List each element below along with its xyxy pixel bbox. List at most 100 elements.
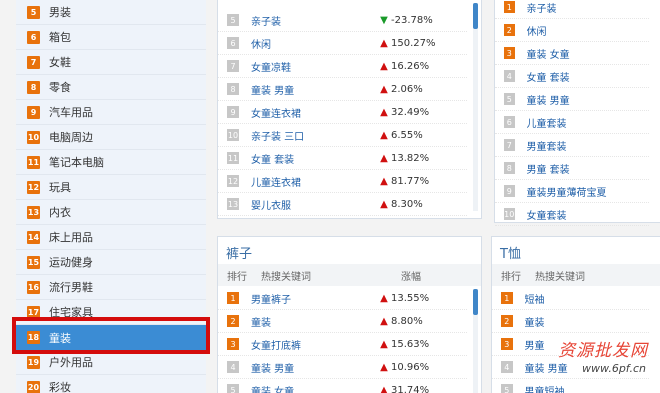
keyword-link[interactable]: 儿童套装 [527, 115, 650, 130]
keyword-link[interactable]: 儿童连衣裙 [251, 174, 379, 189]
rank-badge: 11 [227, 152, 239, 164]
watermark-logo: 资源批发网 [558, 341, 648, 361]
rank-badge: 7 [27, 55, 40, 69]
sidebar-item[interactable]: 9 汽车用品 [16, 100, 206, 125]
keyword-link[interactable]: 休闲 [527, 23, 650, 38]
keyword-link[interactable]: 短袖 [525, 291, 650, 306]
keyword-link[interactable]: 男童裤子 [251, 291, 379, 306]
keyword-link[interactable]: 童装 女童 [251, 383, 379, 393]
keyword-link[interactable]: 休闲 [251, 36, 379, 51]
change-text: 15.63% [391, 338, 430, 350]
sidebar-item[interactable]: 11 笔记本电脑 [16, 150, 206, 175]
col-rank: 排行 [227, 271, 247, 283]
arrow-up-icon: ▲ [380, 175, 388, 187]
rank-badge: 12 [27, 180, 40, 194]
table-row: 5 童装 男童 [495, 88, 649, 111]
rank-badge: 5 [27, 5, 40, 19]
rank-badge: 4 [501, 361, 513, 373]
change-text: 6.55% [391, 129, 423, 141]
arrow-up-icon: ▲ [380, 60, 388, 72]
keyword-link[interactable]: 亲子装 三口 [251, 128, 379, 143]
arrow-up-icon: ▲ [380, 198, 388, 210]
rank-badge: 10 [27, 130, 40, 144]
keyword-link[interactable]: 男童短袖 [525, 383, 650, 393]
keyword-link[interactable]: 女童 套装 [251, 151, 379, 166]
rank-badge: 4 [227, 361, 239, 373]
sidebar-item[interactable]: 7 女鞋 [16, 50, 206, 75]
rank-badge: 20 [27, 380, 40, 393]
keyword-link[interactable]: 童装 [525, 314, 650, 329]
scrollbar-thumb[interactable] [473, 289, 478, 315]
change-text: 81.77% [391, 175, 430, 187]
keyword-link[interactable]: 女童打底裤 [251, 337, 379, 352]
change-value: ▲ 8.80% [379, 316, 423, 327]
change-value: ▲ 81.77% [379, 176, 429, 187]
arrow-up-icon: ▲ [380, 129, 388, 141]
change-text: 8.30% [391, 198, 423, 210]
arrow-up-icon: ▲ [380, 361, 388, 373]
change-value: ▲ 13.82% [379, 153, 429, 164]
sidebar-item[interactable]: 10 电脑周边 [16, 125, 206, 150]
rank-badge: 9 [227, 106, 239, 118]
arrow-up-icon: ▲ [380, 106, 388, 118]
rank-badge: 11 [27, 155, 40, 169]
rank-badge: 7 [504, 139, 515, 151]
sidebar-item-label: 床上用品 [49, 231, 93, 244]
rank-badge: 15 [27, 255, 40, 269]
change-value: ▲ 15.63% [379, 339, 429, 350]
rank-badge: 5 [227, 14, 239, 26]
table-row: 5 男童短袖 [492, 379, 649, 393]
keyword-link[interactable]: 亲子装 [251, 13, 379, 28]
sidebar-item-label: 户外用品 [49, 356, 93, 369]
table-row: 12 儿童连衣裙 ▲ 81.77% [218, 170, 467, 193]
scrollbar-track[interactable] [473, 3, 478, 211]
keyword-link[interactable]: 女童 套装 [527, 69, 650, 84]
sidebar-item[interactable]: 13 内衣 [16, 200, 206, 225]
change-text: 2.06% [391, 83, 423, 95]
change-text: 13.55% [391, 292, 430, 304]
rank-badge: 6 [27, 30, 40, 44]
sidebar-item[interactable]: 20 彩妆 [16, 375, 206, 393]
keyword-link[interactable]: 男童套装 [527, 138, 650, 153]
keyword-link[interactable]: 男童 套装 [527, 161, 650, 176]
keyword-link[interactable]: 童装 男童 [527, 92, 650, 107]
pants-keyword-panel: 裤子 排行 热搜关键词 涨幅 1 男童裤子 ▲ 13.55% 2 童装 ▲ 8.80% 3 女童打… [217, 236, 482, 393]
table-row: 13 婴儿衣服 ▲ 8.30% [218, 193, 467, 216]
keyword-link[interactable]: 童装 男童 [251, 82, 379, 97]
arrow-up-icon: ▲ [380, 83, 388, 95]
table-row: 4 女童 套装 [495, 65, 649, 88]
change-value: ▲ 8.30% [379, 199, 423, 210]
table-row: 7 男童套装 [495, 134, 649, 157]
keyword-link[interactable]: 童装 [251, 314, 379, 329]
top-left-keyword-panel: 5 亲子装 ▼ -23.78% 6 休闲 ▲ 150.27% 7 女童凉鞋 ▲ 16.26% 8 童装 男… [217, 0, 482, 219]
sidebar-item[interactable]: 15 运动健身 [16, 250, 206, 275]
scrollbar-thumb[interactable] [473, 3, 478, 29]
sidebar-item-label: 汽车用品 [49, 106, 93, 119]
sidebar-item[interactable]: 12 玩具 [16, 175, 206, 200]
rank-badge: 16 [27, 280, 40, 294]
keyword-link[interactable]: 女童套装 [527, 207, 650, 222]
keyword-link[interactable]: 亲子装 [527, 0, 650, 15]
keyword-link[interactable]: 童装 女童 [527, 46, 650, 61]
sidebar-item[interactable]: 5 男装 [16, 0, 206, 25]
rank-badge: 6 [227, 37, 239, 49]
keyword-link[interactable]: 童装 男童 [251, 360, 379, 375]
sidebar-item[interactable]: 8 零食 [16, 75, 206, 100]
sidebar-item[interactable]: 14 床上用品 [16, 225, 206, 250]
table-row: 9 童装男童薄荷宝夏 [495, 180, 649, 203]
rank-badge: 5 [501, 384, 513, 393]
keyword-link[interactable]: 婴儿衣服 [251, 197, 379, 212]
sidebar-item[interactable]: 6 箱包 [16, 25, 206, 50]
keyword-link[interactable]: 女童连衣裙 [251, 105, 379, 120]
rank-badge: 1 [504, 1, 515, 13]
table-header: 排行 热搜关键词 [492, 264, 660, 286]
rank-badge: 7 [227, 60, 239, 72]
table-row: 2 休闲 [495, 19, 649, 42]
keyword-link[interactable]: 童装男童薄荷宝夏 [527, 184, 650, 199]
table-row: 2 童装 ▲ 8.80% [218, 310, 467, 333]
rank-badge: 10 [227, 129, 239, 141]
table-row: 9 女童连衣裙 ▲ 32.49% [218, 101, 467, 124]
table-row: 2 童装 [492, 310, 649, 333]
sidebar-item[interactable]: 16 流行男鞋 [16, 275, 206, 300]
keyword-link[interactable]: 女童凉鞋 [251, 59, 379, 74]
